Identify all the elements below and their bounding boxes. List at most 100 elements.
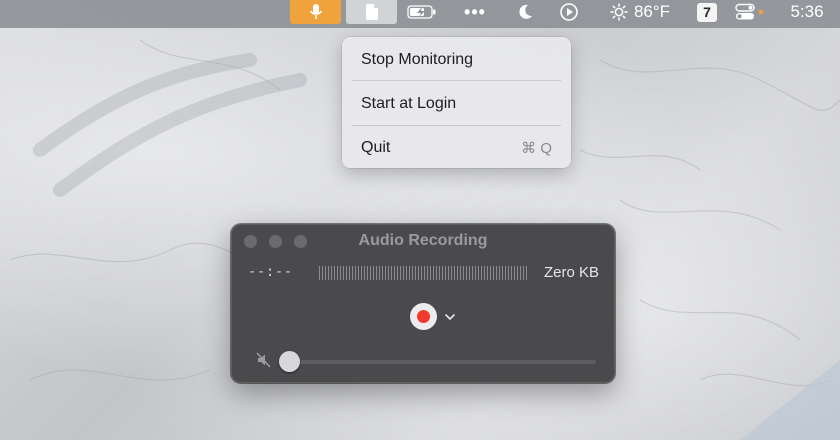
status-item-menu: Stop Monitoring Start at Login Quit ⌘ Q [342, 37, 571, 168]
meter-tick [343, 266, 344, 280]
meter-tick [340, 266, 341, 280]
meter-tick [409, 266, 410, 280]
meter-tick [454, 266, 455, 280]
meter-tick [352, 266, 353, 280]
meter-tick [376, 266, 377, 280]
meter-tick [397, 266, 398, 280]
meter-tick [463, 266, 464, 280]
file-size-label: Zero KB [543, 264, 599, 281]
meter-tick [457, 266, 458, 280]
audio-level-meter [319, 266, 528, 280]
control-center-extra[interactable] [733, 0, 767, 24]
document-icon [365, 4, 378, 20]
elapsed-time: --:-- [248, 264, 293, 280]
meter-tick [502, 266, 503, 280]
meter-tick [403, 266, 404, 280]
temperature-label: 86°F [633, 2, 671, 21]
meter-tick [472, 266, 473, 280]
microphone-menu-extra[interactable] [290, 0, 341, 24]
meter-tick [433, 266, 434, 280]
meter-tick [448, 266, 449, 280]
meter-tick [508, 266, 509, 280]
meter-tick [382, 266, 383, 280]
meter-tick [478, 266, 479, 280]
meter-tick [514, 266, 515, 280]
menu-item-label: Quit [361, 139, 391, 156]
menu-bar: ••• 86°F 7 5:36 [0, 0, 840, 28]
meter-tick [388, 266, 389, 280]
meter-tick [505, 266, 506, 280]
volume-slider-knob[interactable] [279, 351, 300, 372]
battery-charging-icon [407, 5, 436, 19]
meter-tick [367, 266, 368, 280]
meter-tick [391, 266, 392, 280]
meter-tick [358, 266, 359, 280]
meter-tick [520, 266, 521, 280]
meter-tick [526, 266, 527, 280]
meter-tick [451, 266, 452, 280]
meter-tick [511, 266, 512, 280]
meter-tick [415, 266, 416, 280]
speaker-muted-icon [256, 352, 271, 368]
meter-tick [484, 266, 485, 280]
meter-tick [490, 266, 491, 280]
menu-item-shortcut: ⌘ Q [521, 140, 552, 157]
meter-tick [337, 266, 338, 280]
meter-tick [430, 266, 431, 280]
more-menu-extra[interactable]: ••• [460, 0, 490, 24]
meter-tick [487, 266, 488, 280]
meter-tick [481, 266, 482, 280]
meter-tick [370, 266, 371, 280]
meter-tick [361, 266, 362, 280]
menu-item-start-at-login[interactable]: Start at Login [342, 90, 571, 118]
meter-tick [406, 266, 407, 280]
calendar-badge-extra[interactable]: 7 [696, 0, 718, 24]
meter-tick [466, 266, 467, 280]
meter-tick [436, 266, 437, 280]
meter-tick [475, 266, 476, 280]
meter-tick [364, 266, 365, 280]
weather-extra[interactable]: 86°F [604, 0, 676, 24]
window-title: Audio Recording [358, 232, 488, 249]
calendar-day-badge: 7 [697, 2, 717, 22]
record-button[interactable] [410, 303, 437, 330]
focus-moon-extra[interactable] [512, 0, 538, 24]
meter-tick [385, 266, 386, 280]
menu-item-quit[interactable]: Quit ⌘ Q [342, 134, 571, 162]
now-playing-extra[interactable] [556, 0, 582, 24]
meter-tick [334, 266, 335, 280]
meter-tick [460, 266, 461, 280]
meter-tick [493, 266, 494, 280]
record-dot-icon [417, 310, 430, 323]
meter-tick [319, 266, 320, 280]
meter-tick [496, 266, 497, 280]
meter-tick [442, 266, 443, 280]
menu-separator [352, 80, 561, 81]
menu-item-stop-monitoring[interactable]: Stop Monitoring [342, 46, 571, 74]
meter-tick [499, 266, 500, 280]
menu-separator [352, 125, 561, 126]
more-dots-icon: ••• [464, 1, 486, 22]
meter-tick [322, 266, 323, 280]
meter-tick [331, 266, 332, 280]
moon-icon [519, 4, 532, 19]
audio-recording-window: Audio Recording --:-- Zero KB [231, 224, 615, 383]
menu-bar-clock[interactable]: 5:36 [782, 0, 832, 24]
control-center-icon [735, 3, 764, 20]
volume-slider-track[interactable] [283, 360, 596, 364]
meter-tick [373, 266, 374, 280]
meter-tick [400, 266, 401, 280]
meter-tick [523, 266, 524, 280]
meter-tick [379, 266, 380, 280]
battery-status[interactable] [405, 0, 439, 24]
meter-tick [418, 266, 419, 280]
meter-tick [349, 266, 350, 280]
meter-tick [355, 266, 356, 280]
document-menu-extra[interactable] [346, 0, 397, 24]
chevron-down-icon[interactable] [443, 310, 457, 324]
meter-tick [325, 266, 326, 280]
menu-item-label: Stop Monitoring [361, 51, 474, 68]
play-circle-icon [560, 3, 578, 21]
meter-tick [445, 266, 446, 280]
meter-tick [427, 266, 428, 280]
